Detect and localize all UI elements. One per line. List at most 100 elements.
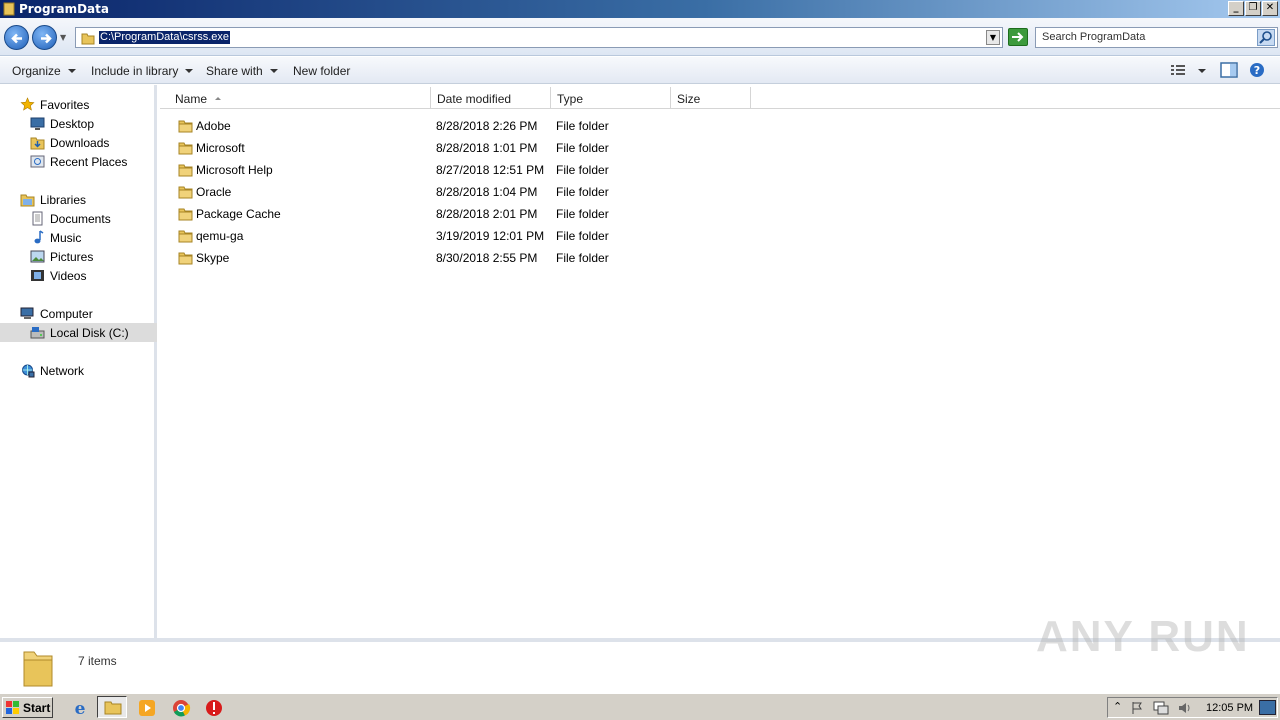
chrome-icon[interactable] <box>171 698 191 718</box>
chevron-down-icon <box>269 69 278 73</box>
nav-documents[interactable]: Documents <box>0 209 157 228</box>
nav-pictures[interactable]: Pictures <box>0 247 157 266</box>
table-row[interactable]: Oracle 8/28/2018 1:04 PM File folder <box>160 181 760 203</box>
documents-icon <box>32 211 43 226</box>
nav-local-disk[interactable]: Local Disk (C:) <box>0 323 157 342</box>
views-icon[interactable] <box>1170 62 1186 78</box>
file-date: 8/28/2018 2:26 PM <box>436 119 538 133</box>
forward-button[interactable] <box>32 25 57 50</box>
search-button[interactable] <box>1257 29 1275 46</box>
table-row[interactable]: Package Cache 8/28/2018 2:01 PM File folde… <box>160 203 760 225</box>
file-type: File folder <box>556 163 609 177</box>
table-row[interactable]: Microsoft Help 8/27/2018 12:51 PM File fol… <box>160 159 760 181</box>
nav-videos[interactable]: Videos <box>0 266 157 285</box>
music-icon <box>34 230 44 244</box>
new-folder-button[interactable]: New folder <box>293 64 350 78</box>
folder-icon <box>178 186 193 199</box>
include-in-library-menu[interactable]: Include in library <box>91 64 194 78</box>
address-bar[interactable]: C:\ProgramData\csrss.exe ▼ <box>75 27 1003 48</box>
taskbar: Start e ⌃ 12:05 PM <box>0 693 1280 720</box>
ie-icon[interactable]: e <box>70 698 90 718</box>
column-header: Name Date modified Type Size <box>160 87 1280 109</box>
column-date-modified[interactable]: Date modified <box>431 87 551 109</box>
file-type: File folder <box>556 251 609 265</box>
file-name: qemu-ga <box>196 229 244 243</box>
nav-libraries[interactable]: Libraries <box>0 190 157 209</box>
videos-icon <box>31 270 44 281</box>
nav-computer[interactable]: Computer <box>0 304 157 323</box>
media-player-icon[interactable] <box>137 698 157 718</box>
back-button[interactable] <box>4 25 29 50</box>
watermark-logo: ANY RUN <box>1036 612 1250 661</box>
title-bar[interactable]: ProgramData _ ❐ ✕ <box>0 0 1280 18</box>
clock[interactable]: 12:05 PM <box>1206 702 1253 714</box>
address-text[interactable]: C:\ProgramData\csrss.exe <box>99 31 230 44</box>
disk-icon <box>30 327 45 339</box>
help-icon[interactable]: ? <box>1249 62 1265 78</box>
chevron-down-icon <box>185 69 194 73</box>
nav-music[interactable]: Music <box>0 228 157 247</box>
navigation-pane: Favorites Desktop Downloads Recent Place… <box>0 85 157 638</box>
table-row[interactable]: qemu-ga 3/19/2019 12:01 PM File folder <box>160 225 760 247</box>
nav-desktop[interactable]: Desktop <box>0 114 157 133</box>
recent-pages-dropdown[interactable]: ▼ <box>60 33 69 42</box>
details-pane: 7 items ANY RUN <box>0 612 1280 692</box>
file-date: 8/28/2018 2:01 PM <box>436 207 538 221</box>
file-name: Microsoft Help <box>196 163 273 177</box>
show-desktop-button[interactable] <box>1259 700 1276 715</box>
windows-logo-icon <box>6 701 19 714</box>
nav-downloads[interactable]: Downloads <box>0 133 157 152</box>
restore-button[interactable]: ❐ <box>1245 1 1261 16</box>
recent-places-icon <box>30 155 45 168</box>
computer-icon <box>20 307 34 319</box>
share-with-menu[interactable]: Share with <box>206 64 278 78</box>
table-row[interactable]: Skype 8/30/2018 2:55 PM File folder <box>160 247 760 269</box>
file-type: File folder <box>556 185 609 199</box>
flag-icon[interactable] <box>1130 701 1144 715</box>
chevron-down-icon <box>67 69 76 73</box>
show-hidden-icons-icon[interactable]: ⌃ <box>1113 700 1122 713</box>
go-button[interactable] <box>1008 28 1028 46</box>
pictures-icon <box>30 250 45 263</box>
file-date: 8/27/2018 12:51 PM <box>436 163 545 177</box>
preview-pane-icon[interactable] <box>1220 62 1238 78</box>
svg-text:?: ? <box>1254 64 1260 77</box>
forward-arrow-icon <box>41 33 52 44</box>
minimize-button[interactable]: _ <box>1228 1 1244 16</box>
file-name: Adobe <box>196 119 231 133</box>
file-name: Package Cache <box>196 207 281 221</box>
address-row: ▼ C:\ProgramData\csrss.exe ▼ Search Prog… <box>0 18 1280 56</box>
svg-text:e: e <box>75 699 86 718</box>
nav-network[interactable]: Network <box>0 361 157 380</box>
stop-icon[interactable] <box>204 698 224 718</box>
file-date: 8/30/2018 2:55 PM <box>436 251 538 265</box>
close-button[interactable]: ✕ <box>1262 1 1278 16</box>
address-dropdown-button[interactable]: ▼ <box>986 30 1000 45</box>
file-name: Skype <box>196 251 230 265</box>
folder-icon <box>81 33 95 45</box>
table-row[interactable]: Microsoft 8/28/2018 1:01 PM File folder <box>160 137 760 159</box>
column-type[interactable]: Type <box>551 87 671 109</box>
folder-icon <box>178 142 193 155</box>
network-icon <box>22 364 35 378</box>
network-tray-icon[interactable] <box>1153 701 1169 715</box>
search-input[interactable]: Search ProgramData <box>1035 27 1278 48</box>
file-date: 8/28/2018 1:01 PM <box>436 141 538 155</box>
desktop-icon <box>30 117 45 130</box>
search-icon <box>1259 31 1272 44</box>
search-placeholder: Search ProgramData <box>1042 31 1146 43</box>
file-list[interactable]: Name Date modified Type Size Adobe 8/28/2… <box>160 85 1280 638</box>
column-size[interactable]: Size <box>671 87 751 109</box>
file-date: 8/28/2018 1:04 PM <box>436 185 538 199</box>
command-bar: Organize Include in library Share with N… <box>0 57 1280 84</box>
start-button[interactable]: Start <box>2 697 53 718</box>
volume-icon[interactable] <box>1178 701 1192 715</box>
organize-menu[interactable]: Organize <box>12 64 76 78</box>
nav-recent-places[interactable]: Recent Places <box>0 152 157 171</box>
file-name: Microsoft <box>196 141 245 155</box>
views-dropdown-icon[interactable] <box>1198 69 1206 73</box>
nav-favorites[interactable]: Favorites <box>0 95 157 114</box>
taskbar-explorer-button[interactable] <box>97 696 127 718</box>
column-name[interactable]: Name <box>169 87 431 109</box>
table-row[interactable]: Adobe 8/28/2018 2:26 PM File folder <box>160 115 760 137</box>
